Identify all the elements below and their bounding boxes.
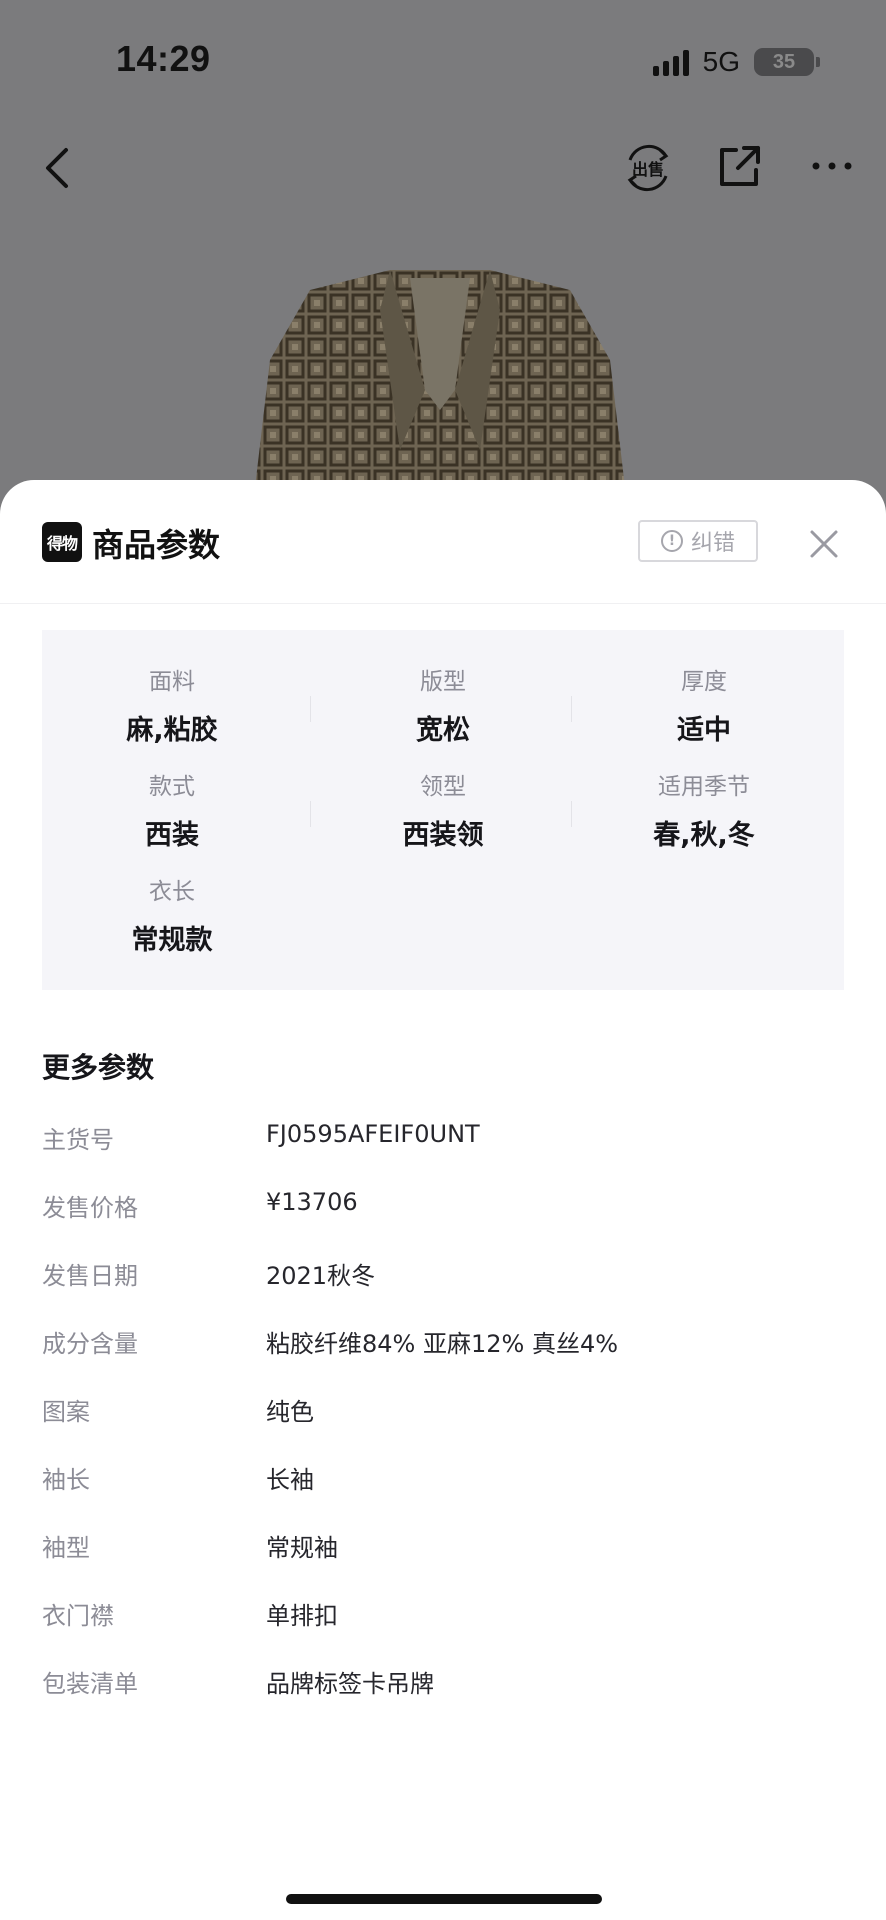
key-param-collar: 领型 西装领 bbox=[313, 767, 573, 852]
param-label: 图案 bbox=[42, 1398, 90, 1426]
network-label: 5G bbox=[702, 46, 740, 77]
sell-icon-text: 出售 bbox=[632, 160, 664, 179]
param-label: 成分含量 bbox=[42, 1330, 138, 1358]
key-param-label: 版型 bbox=[420, 669, 466, 695]
key-param-value: 适中 bbox=[677, 715, 731, 746]
param-value: 单排扣 bbox=[266, 1602, 338, 1630]
params-sheet: 得物 商品参数 ! 纠错 面料 麻,粘胶 版型 宽松 厚度 适中 款式 西装 领… bbox=[0, 480, 886, 1920]
param-value: ¥13706 bbox=[266, 1188, 358, 1216]
key-param-value: 春,秋,冬 bbox=[653, 820, 755, 851]
more-icon[interactable] bbox=[808, 142, 856, 190]
sell-icon[interactable]: 出售 bbox=[622, 142, 674, 194]
param-row: 发售价格 ¥13706 bbox=[42, 1188, 844, 1256]
param-label: 袖型 bbox=[42, 1534, 90, 1562]
key-param-thickness: 厚度 适中 bbox=[574, 662, 834, 747]
param-value: 常规袖 bbox=[266, 1534, 338, 1562]
key-param-value: 西装领 bbox=[402, 820, 484, 851]
param-value: 长袖 bbox=[266, 1466, 314, 1494]
key-param-length: 衣长 常规款 bbox=[42, 872, 302, 957]
key-param-label: 厚度 bbox=[681, 669, 727, 695]
key-param-label: 领型 bbox=[420, 774, 466, 800]
sheet-header: 得物 商品参数 ! 纠错 bbox=[0, 480, 886, 604]
param-value: 2021秋冬 bbox=[266, 1262, 376, 1290]
close-icon[interactable] bbox=[804, 524, 844, 564]
param-row: 袖型 常规袖 bbox=[42, 1528, 844, 1596]
param-row: 成分含量 粘胶纤维84% 亚麻12% 真丝4% bbox=[42, 1324, 844, 1392]
status-bar: 14:29 5G 35 bbox=[0, 0, 886, 120]
param-label: 发售价格 bbox=[42, 1194, 138, 1222]
key-param-fit: 版型 宽松 bbox=[313, 662, 573, 747]
param-row: 包装清单 品牌标签卡吊牌 bbox=[42, 1664, 844, 1732]
share-icon[interactable] bbox=[716, 142, 764, 190]
param-row: 图案 纯色 bbox=[42, 1392, 844, 1460]
more-params-list: 主货号 FJ0595AFEIF0UNT 发售价格 ¥13706 发售日期 202… bbox=[42, 1120, 844, 1732]
report-error-button[interactable]: ! 纠错 bbox=[638, 520, 758, 562]
param-label: 发售日期 bbox=[42, 1262, 138, 1290]
report-error-label: 纠错 bbox=[690, 531, 735, 556]
more-params-title: 更多参数 bbox=[42, 1051, 155, 1084]
page-backdrop: 14:29 5G 35 出售 bbox=[0, 0, 886, 520]
param-row: 袖长 长袖 bbox=[42, 1460, 844, 1528]
brand-logo: 得物 bbox=[42, 522, 82, 562]
status-indicators: 5G 35 bbox=[652, 44, 820, 80]
key-params-card: 面料 麻,粘胶 版型 宽松 厚度 适中 款式 西装 领型 西装领 适用季节 春,… bbox=[42, 630, 844, 990]
key-param-label: 衣长 bbox=[149, 879, 195, 905]
key-param-label: 款式 bbox=[149, 774, 195, 800]
param-value: 品牌标签卡吊牌 bbox=[266, 1670, 434, 1698]
param-label: 袖长 bbox=[42, 1466, 90, 1494]
sheet-title: 商品参数 bbox=[92, 526, 221, 564]
param-value: FJ0595AFEIF0UNT bbox=[266, 1120, 480, 1148]
home-indicator[interactable] bbox=[286, 1894, 602, 1904]
signal-icon bbox=[652, 48, 689, 76]
divider bbox=[310, 696, 311, 722]
status-time: 14:29 bbox=[116, 38, 211, 79]
divider bbox=[571, 801, 572, 827]
key-param-style: 款式 西装 bbox=[42, 767, 302, 852]
key-param-season: 适用季节 春,秋,冬 bbox=[574, 767, 834, 852]
key-param-value: 麻,粘胶 bbox=[126, 715, 218, 746]
key-param-label: 面料 bbox=[149, 669, 195, 695]
key-param-fabric: 面料 麻,粘胶 bbox=[42, 662, 302, 747]
key-param-value: 宽松 bbox=[416, 715, 470, 746]
param-row: 发售日期 2021秋冬 bbox=[42, 1256, 844, 1324]
key-param-label: 适用季节 bbox=[658, 774, 750, 800]
battery-label: 35 bbox=[772, 50, 796, 73]
param-label: 包装清单 bbox=[42, 1670, 138, 1698]
battery-icon: 35 bbox=[754, 48, 820, 76]
divider bbox=[310, 801, 311, 827]
param-row: 主货号 FJ0595AFEIF0UNT bbox=[42, 1120, 844, 1188]
divider bbox=[571, 696, 572, 722]
key-param-value: 西装 bbox=[145, 820, 199, 851]
nav-bar: 出售 bbox=[0, 130, 886, 210]
param-row: 衣门襟 单排扣 bbox=[42, 1596, 844, 1664]
param-value: 粘胶纤维84% 亚麻12% 真丝4% bbox=[266, 1330, 619, 1358]
param-value: 纯色 bbox=[266, 1398, 314, 1426]
param-label: 主货号 bbox=[42, 1126, 114, 1154]
param-label: 衣门襟 bbox=[42, 1602, 114, 1630]
back-icon[interactable] bbox=[36, 144, 84, 192]
info-icon: ! bbox=[660, 530, 683, 552]
key-param-value: 常规款 bbox=[131, 925, 213, 956]
